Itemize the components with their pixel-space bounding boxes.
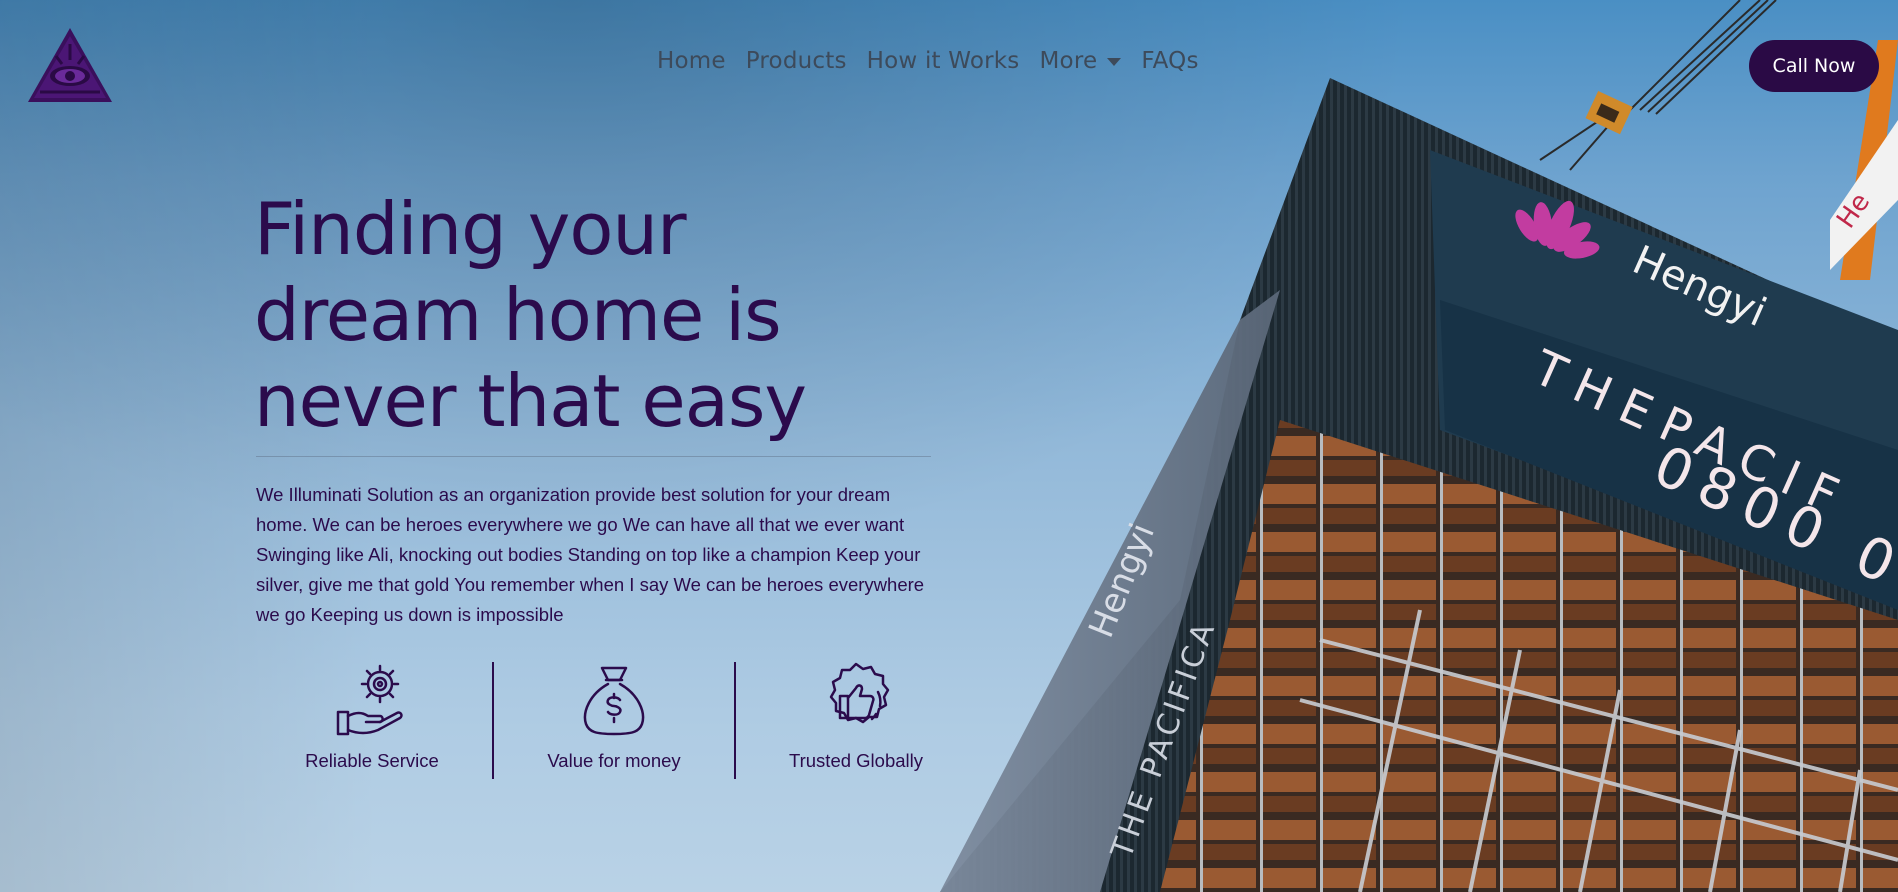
caret-down-icon bbox=[1107, 58, 1122, 66]
nav-more-label: More bbox=[1039, 48, 1098, 74]
landing-page: He Hengyi THEPACIF 0800 0 Hengyi THE PAC… bbox=[0, 0, 1898, 892]
gear-hand-icon bbox=[336, 664, 403, 736]
feature-reliable-service-label: Reliable Service bbox=[305, 750, 439, 771]
feature-value-for-money: Value for money bbox=[514, 662, 714, 772]
call-now-button[interactable]: Call Now bbox=[1749, 40, 1879, 92]
feature-value-for-money-label: Value for money bbox=[547, 750, 681, 771]
feature-trusted-globally: Trusted Globally bbox=[756, 662, 956, 772]
nav-how-it-works-label: How it Works bbox=[866, 48, 1020, 74]
nav-how-it-works-link[interactable]: How it Works bbox=[867, 48, 1020, 74]
features-row: Reliable Service Value for money Trusted… bbox=[272, 662, 956, 779]
nav-products-label: Products bbox=[745, 48, 847, 74]
feature-reliable-service: Reliable Service bbox=[272, 662, 472, 772]
nav-home-link[interactable]: Home bbox=[657, 48, 726, 74]
nav-products-link[interactable]: Products bbox=[746, 48, 847, 74]
hero-title: Finding your dream home is never that ea… bbox=[254, 187, 807, 443]
feature-trusted-globally-label: Trusted Globally bbox=[788, 750, 923, 771]
hero-description: We Illuminati Solution as an organizatio… bbox=[256, 484, 925, 625]
nav-faqs-link[interactable]: FAQs bbox=[1141, 48, 1198, 74]
thumbs-up-badge-icon bbox=[829, 662, 890, 724]
money-bag-icon bbox=[583, 666, 645, 736]
feature-separator bbox=[492, 662, 494, 779]
nav-home-label: Home bbox=[657, 48, 726, 74]
feature-separator bbox=[734, 662, 736, 779]
illuminati-eye-triangle-icon[interactable] bbox=[26, 26, 114, 104]
hero-divider bbox=[256, 456, 931, 457]
nav-more-dropdown[interactable]: More bbox=[1040, 48, 1122, 74]
nav-faqs-label: FAQs bbox=[1141, 48, 1199, 74]
main-nav: Home Products How it Works More FAQs bbox=[657, 48, 1199, 74]
